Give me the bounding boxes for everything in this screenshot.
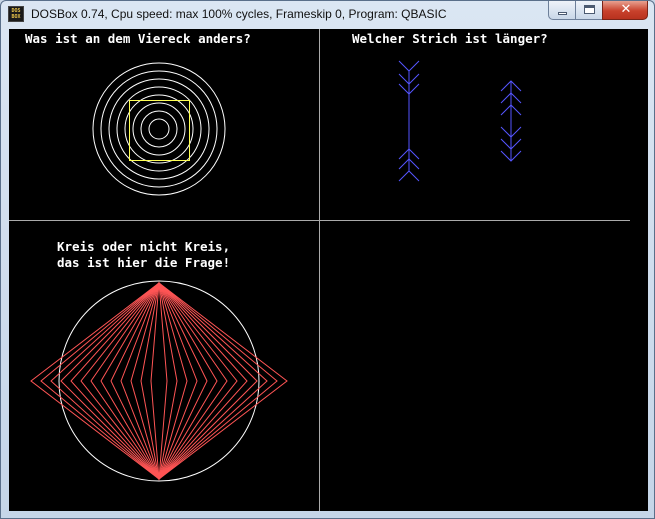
arrow-lines bbox=[398, 60, 522, 182]
dosbox-window: DOS BOX DOSBox 0.74, Cpu speed: max 100%… bbox=[0, 0, 655, 519]
icon-text-bottom: BOX bbox=[11, 14, 21, 20]
qbasic-graphics: Was ist an dem Viereck anders? Welcher S… bbox=[9, 29, 630, 511]
chevron bbox=[398, 60, 420, 72]
caption-square-question: Was ist an dem Viereck anders? bbox=[25, 31, 251, 46]
diamond-8 bbox=[80, 282, 238, 480]
diamond-fan bbox=[30, 281, 288, 481]
ring-6 bbox=[108, 78, 210, 180]
maximize-button[interactable] bbox=[575, 1, 602, 20]
arrow-inward bbox=[500, 80, 522, 162]
diamond-9 bbox=[70, 282, 248, 480]
diamond-12 bbox=[40, 282, 278, 480]
title-bar[interactable]: DOS BOX DOSBox 0.74, Cpu speed: max 100%… bbox=[1, 1, 654, 29]
minimize-button[interactable] bbox=[548, 1, 575, 20]
diamond-3 bbox=[130, 281, 188, 481]
caption-circle-question-line2: das ist hier die Frage! bbox=[57, 255, 230, 270]
outer-circle bbox=[58, 280, 260, 482]
caption-buttons: ✕ bbox=[548, 1, 648, 20]
concentric-circles bbox=[92, 62, 226, 196]
ring-2 bbox=[140, 110, 178, 148]
diamond-6 bbox=[100, 282, 218, 480]
ring-7 bbox=[100, 70, 218, 188]
caption-line-question: Welcher Strich ist länger? bbox=[352, 31, 548, 46]
maximize-icon bbox=[584, 5, 595, 14]
chevron bbox=[398, 170, 420, 182]
close-button[interactable]: ✕ bbox=[602, 1, 648, 20]
ring-4 bbox=[124, 94, 194, 164]
window-title: DOSBox 0.74, Cpu speed: max 100% cycles,… bbox=[31, 7, 447, 21]
diamond-5 bbox=[110, 281, 208, 481]
minimize-icon bbox=[558, 12, 567, 15]
arrow-outward bbox=[398, 60, 420, 182]
ring-1 bbox=[148, 118, 170, 140]
diamond-13 bbox=[30, 282, 288, 480]
ring-8 bbox=[92, 62, 226, 196]
close-icon: ✕ bbox=[620, 2, 632, 17]
dosbox-icon[interactable]: DOS BOX bbox=[8, 6, 24, 22]
yellow-square bbox=[129, 100, 190, 161]
caption-circle-question-line1: Kreis oder nicht Kreis, bbox=[57, 239, 230, 254]
dos-screen[interactable]: Was ist an dem Viereck anders? Welcher S… bbox=[9, 29, 648, 511]
diamond-11 bbox=[50, 282, 268, 480]
diamond-2 bbox=[140, 282, 178, 480]
